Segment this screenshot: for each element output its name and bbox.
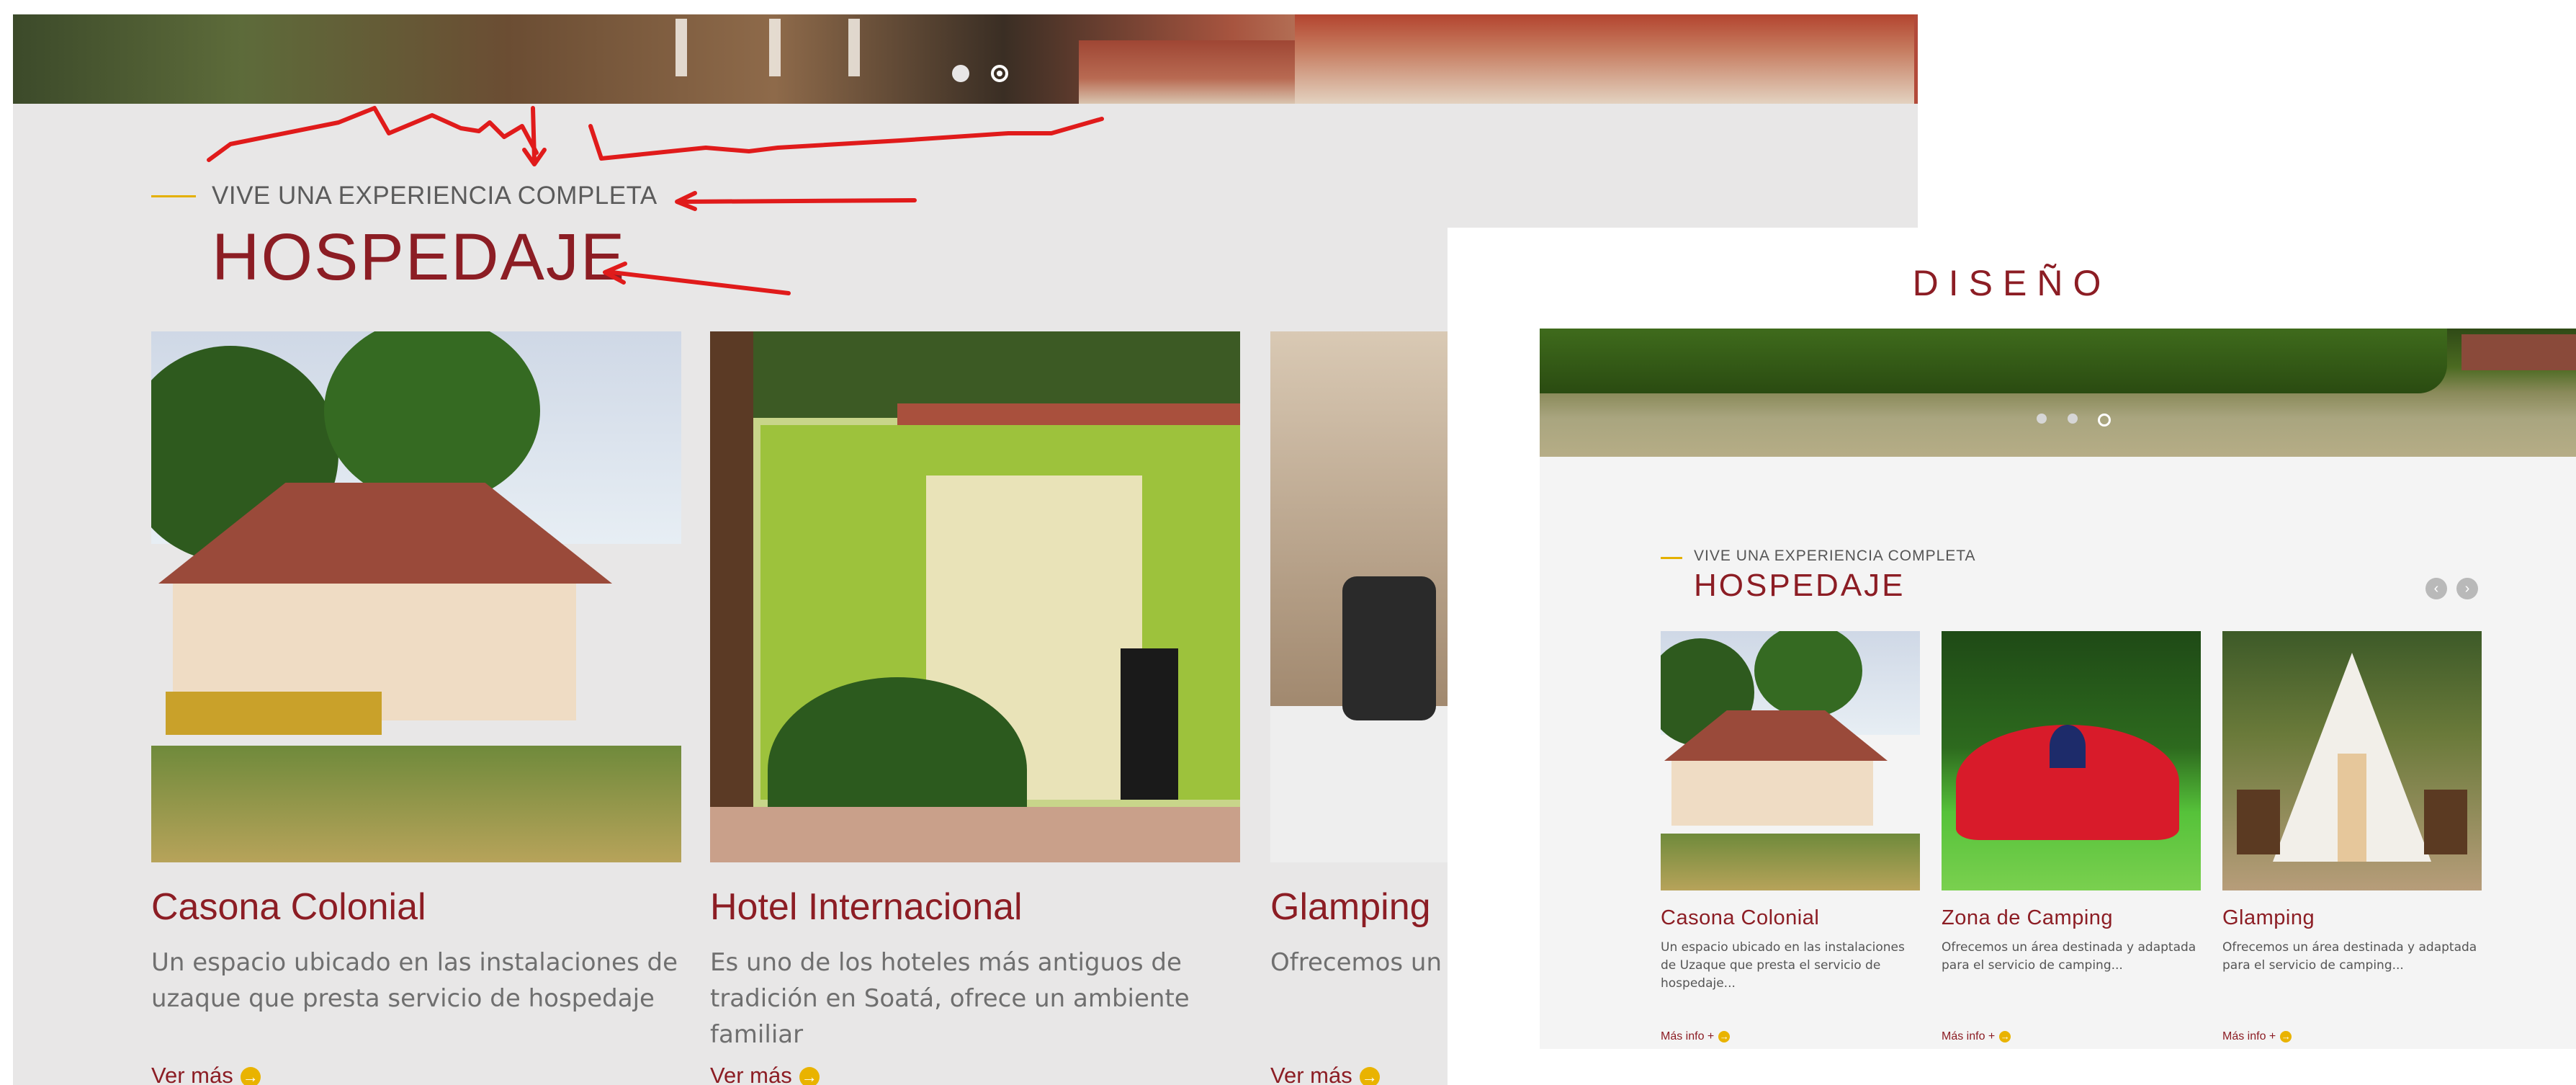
photo-hedge [166, 692, 382, 735]
photo-grass [151, 745, 681, 862]
card-title[interactable]: Hotel Internacional [710, 885, 1240, 929]
hero-window-shape [676, 19, 687, 76]
accommodation-card[interactable]: Zona de Camping Ofrecemos un área destin… [1942, 631, 2201, 1042]
glamping-tent-photo [2222, 631, 2482, 890]
hero-roof-shape-right [1295, 14, 1914, 104]
prev-arrow-icon[interactable]: ‹ [2425, 578, 2447, 599]
photo-grass [1661, 833, 1920, 890]
design-mockup-panel: DISEÑO VIVE UNA EXPERIENCIA COMPLETA HOS… [1448, 228, 2576, 1085]
card-description: Ofrecemos un área destinada y adaptada p… [2222, 940, 2477, 973]
carousel-dot[interactable] [2068, 414, 2078, 424]
link-label[interactable]: Más info + [1661, 1030, 1714, 1042]
card-title[interactable]: Casona Colonial [151, 885, 681, 929]
accommodation-card[interactable]: Glamping Ofrecemos un área destinada y a… [2222, 631, 2482, 1042]
photo-chair [1342, 576, 1436, 720]
photo-house-wall [1671, 761, 1873, 826]
section-eyebrow: VIVE UNA EXPERIENCIA COMPLETA [1694, 548, 1976, 564]
arrow-right-icon: → [240, 1066, 261, 1085]
card-description: Ofrecemos un área destinada y adaptada p… [1942, 940, 2196, 973]
design-site-preview: VIVE UNA EXPERIENCIA COMPLETA HOSPEDAJE … [1540, 329, 2576, 1049]
hero-banner [13, 14, 1918, 104]
red-tent-photo [1942, 631, 2201, 890]
link-label[interactable]: Más info + [2222, 1030, 2276, 1042]
link-label[interactable]: Ver más [710, 1063, 792, 1085]
hero-hedge [1540, 329, 2447, 393]
ver-mas-link[interactable]: Ver más → [1270, 1063, 1380, 1085]
mas-info-link[interactable]: Más info + → [1661, 1030, 1731, 1043]
card-title[interactable]: Casona Colonial [1661, 906, 1920, 930]
link-label[interactable]: Ver más [151, 1063, 233, 1085]
accommodation-card[interactable]: Casona Colonial Un espacio ubicado en la… [1661, 631, 1920, 1042]
card-description: Es uno de los hoteles más antiguos de tr… [710, 948, 1190, 1049]
carousel-dot-active[interactable] [2098, 414, 2111, 427]
section-title: HOSPEDAJE [1694, 568, 1906, 603]
arrow-right-icon: → [799, 1066, 820, 1085]
photo-chair [2424, 790, 2467, 854]
photo-chair [2237, 790, 2280, 854]
eyebrow-accent-line [151, 195, 196, 197]
accommodation-card[interactable]: Casona Colonial Un espacio ubicado en la… [151, 331, 681, 1085]
hero-house [2461, 334, 2576, 370]
carousel-dot-active[interactable] [991, 65, 1008, 82]
photo-door [1121, 648, 1178, 800]
photo-tree-trunk [710, 331, 753, 862]
card-description: Un espacio ubicado en las instalaciones … [1661, 940, 1905, 991]
card-description: Un espacio ubicado en las instalaciones … [151, 948, 678, 1013]
accommodation-card[interactable]: Hotel Internacional Es uno de los hotele… [710, 331, 1240, 1085]
arrow-right-icon: → [1999, 1030, 2011, 1042]
arrow-right-icon: → [2280, 1030, 2292, 1042]
arrow-right-icon: → [1359, 1066, 1380, 1085]
hero-window-shape [848, 19, 860, 76]
ver-mas-link[interactable]: Ver más → [151, 1063, 261, 1085]
mas-info-link[interactable]: Más info + → [1942, 1030, 2011, 1043]
photo-tent-top [2050, 725, 2086, 768]
design-label: DISEÑO [1912, 263, 2111, 303]
carousel-dot[interactable] [2037, 414, 2047, 424]
carousel-dot[interactable] [952, 65, 969, 82]
colonial-house-photo [151, 331, 681, 862]
link-label[interactable]: Más info + [1942, 1030, 1995, 1042]
eyebrow-accent-line [1661, 557, 1682, 559]
green-hotel-facade-photo [710, 331, 1240, 862]
section-eyebrow: VIVE UNA EXPERIENCIA COMPLETA [212, 182, 658, 210]
mas-info-link[interactable]: Más info + → [2222, 1030, 2292, 1043]
next-arrow-icon[interactable]: › [2456, 578, 2478, 599]
photo-pavement [710, 807, 1240, 862]
colonial-house-photo [1661, 631, 1920, 890]
section-title: HOSPEDAJE [212, 220, 627, 294]
arrow-right-icon: → [1718, 1030, 1731, 1042]
card-title[interactable]: Glamping [2222, 906, 2482, 930]
photo-person [2338, 754, 2366, 862]
ver-mas-link[interactable]: Ver más → [710, 1063, 820, 1085]
card-title[interactable]: Zona de Camping [1942, 906, 2201, 930]
design-hero-banner [1540, 329, 2576, 457]
hero-window-shape [769, 19, 781, 76]
link-label[interactable]: Ver más [1270, 1063, 1352, 1085]
